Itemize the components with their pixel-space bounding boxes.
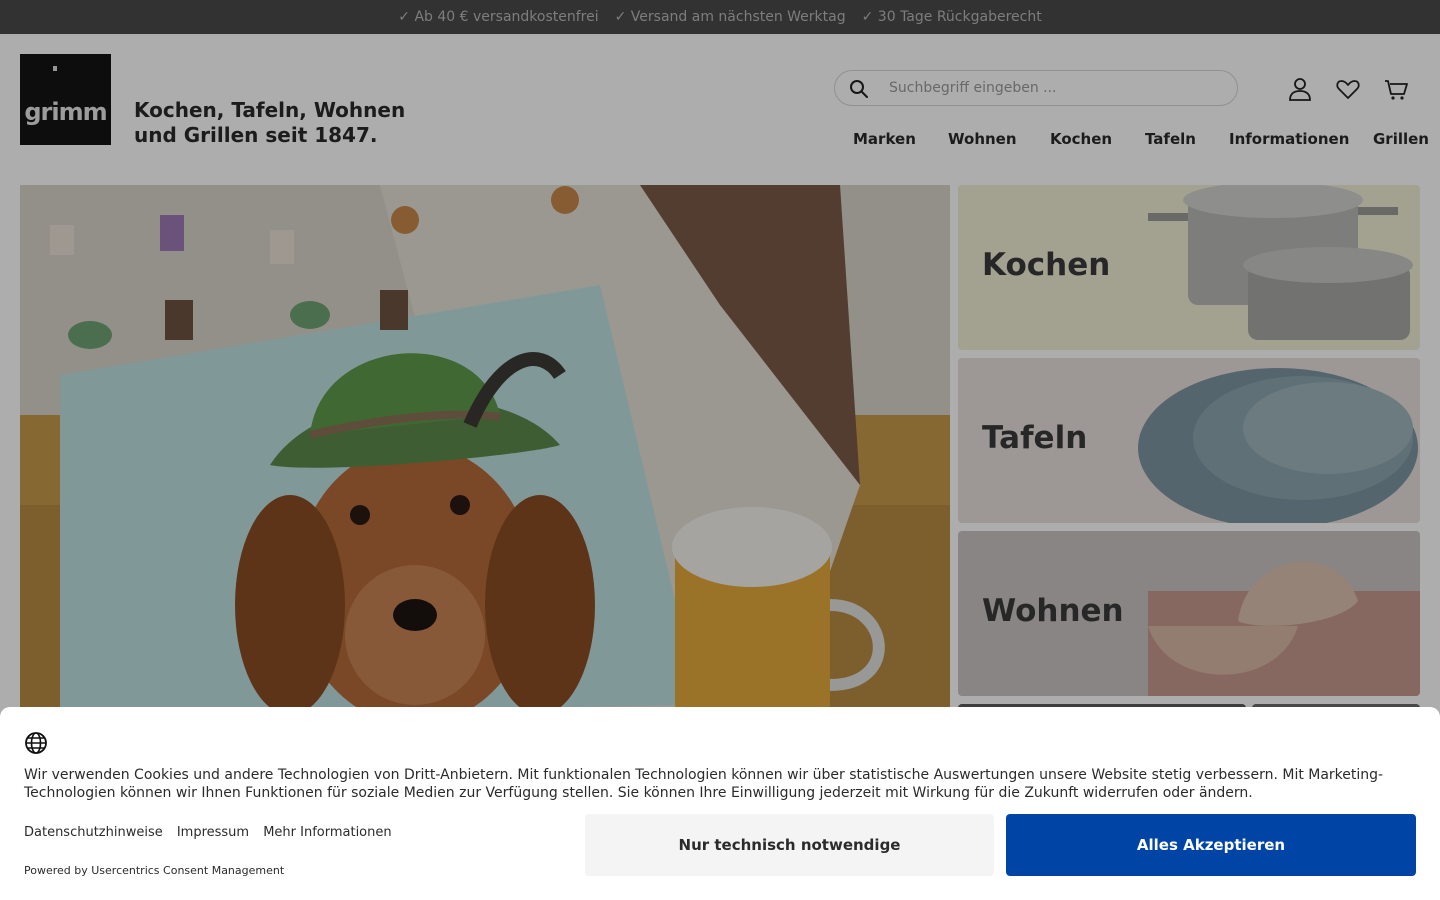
imprint-link[interactable]: Impressum: [177, 825, 249, 840]
more-information-link[interactable]: Mehr Informationen: [263, 825, 391, 840]
cookie-description: Wir verwenden Cookies und andere Technol…: [24, 767, 1384, 801]
cookie-links: Datenschutzhinweise Impressum Mehr Infor…: [24, 821, 401, 840]
powered-by-text: Powered by Usercentrics Consent Manageme…: [24, 864, 285, 877]
cookie-consent-banner: Wir verwenden Cookies und andere Technol…: [0, 707, 1440, 900]
language-globe-icon[interactable]: [24, 731, 48, 755]
accept-all-button[interactable]: Alles Akzeptieren: [1006, 814, 1416, 876]
privacy-policy-link[interactable]: Datenschutzhinweise: [24, 825, 163, 840]
only-necessary-button[interactable]: Nur technisch notwendige: [585, 814, 994, 876]
